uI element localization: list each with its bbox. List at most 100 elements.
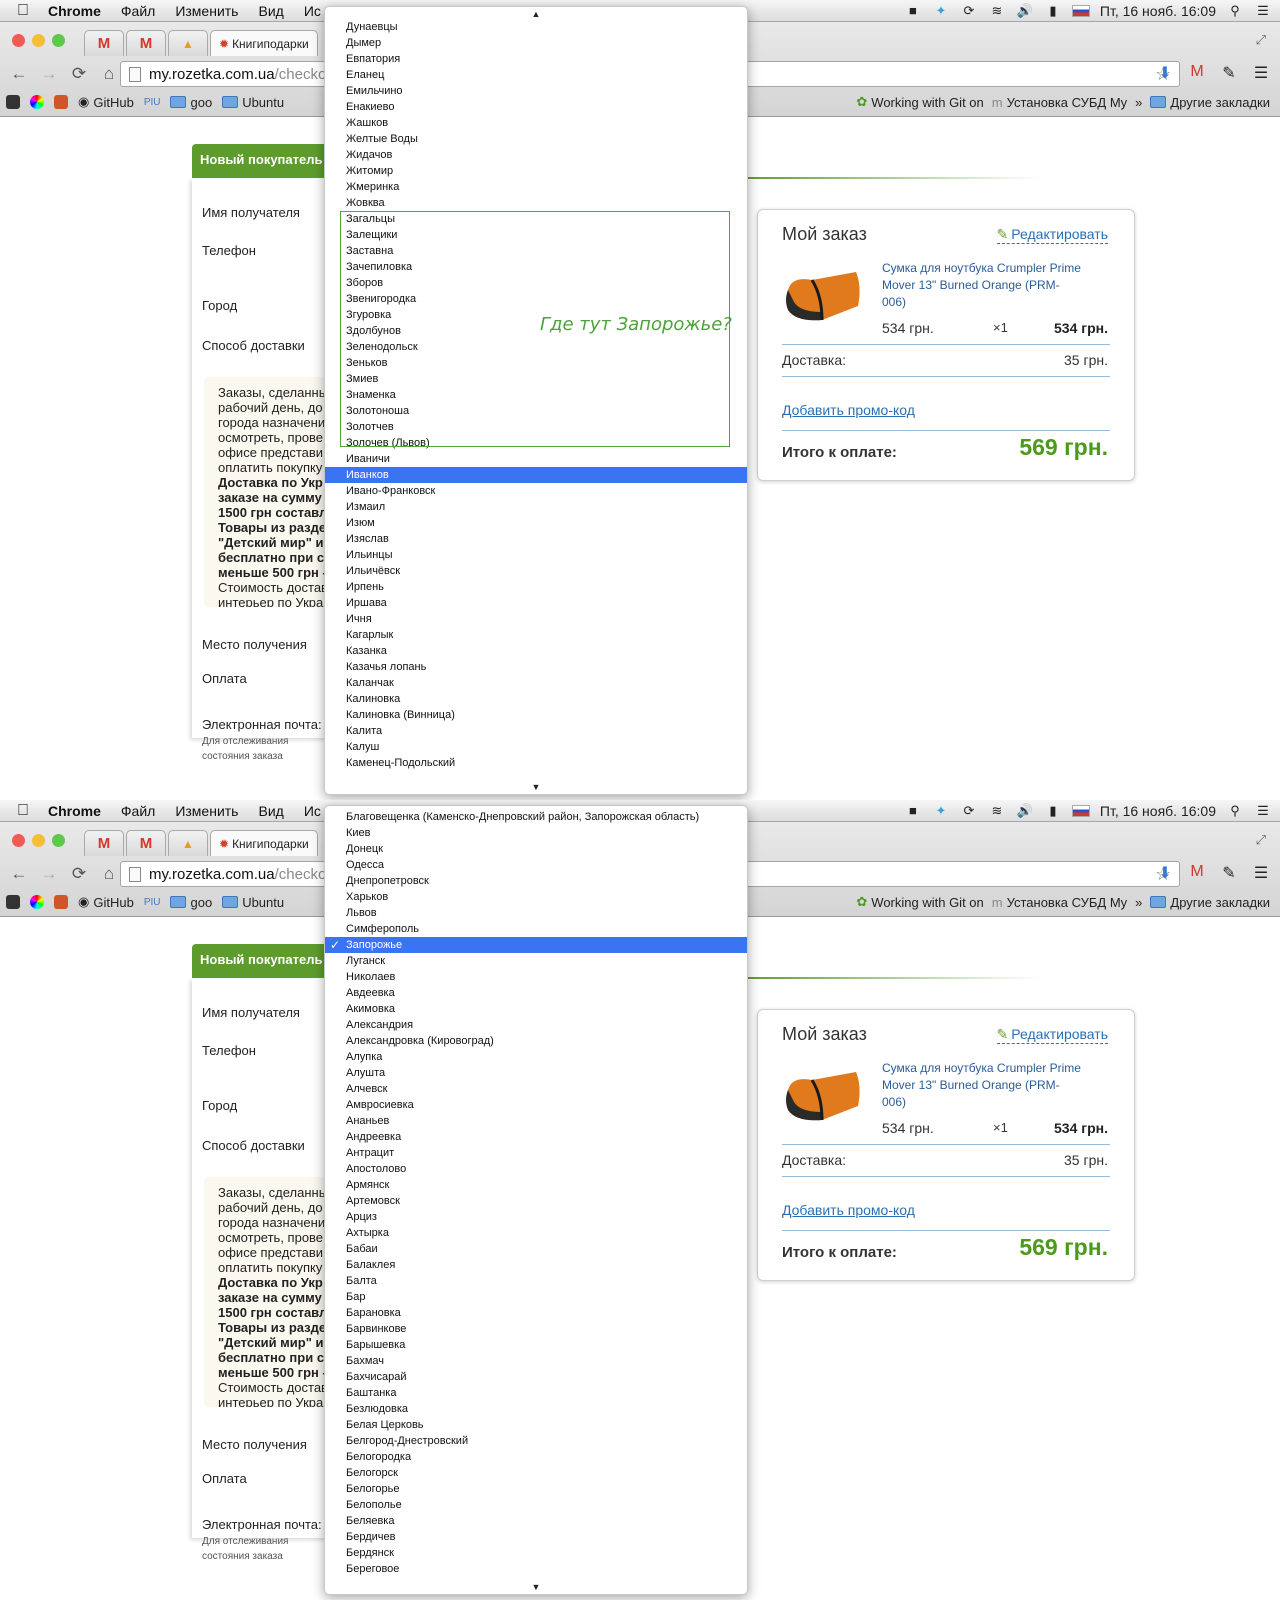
city-option[interactable]: Ичня: [325, 611, 747, 627]
scroll-down-icon[interactable]: ▼: [325, 1580, 747, 1594]
city-option[interactable]: Измаил: [325, 499, 747, 515]
bookmarks-overflow-icon[interactable]: »: [1135, 95, 1142, 110]
fullscreen-icon[interactable]: ⤢: [1256, 832, 1266, 848]
edit-order-link[interactable]: ✎ Редактировать: [996, 1026, 1108, 1044]
menu-edit[interactable]: Изменить: [165, 3, 248, 19]
tab-app[interactable]: ▲: [168, 30, 208, 56]
back-icon[interactable]: ←: [8, 64, 30, 84]
city-option[interactable]: Алчевск: [325, 1081, 747, 1097]
city-option[interactable]: Донецк: [325, 841, 747, 857]
city-option[interactable]: Луганск: [325, 953, 747, 969]
city-option[interactable]: Барановка: [325, 1305, 747, 1321]
apple-icon[interactable]: : [8, 802, 38, 820]
bookmark-blocks[interactable]: [54, 95, 68, 109]
city-option[interactable]: Изяслав: [325, 531, 747, 547]
reload-icon[interactable]: ⟳: [68, 64, 90, 84]
gmail-checker-icon[interactable]: M: [1186, 863, 1208, 883]
battery-icon[interactable]: ▮: [1044, 803, 1062, 819]
city-option[interactable]: Балаклея: [325, 1257, 747, 1273]
city-option[interactable]: Ильичёвск: [325, 563, 747, 579]
city-option[interactable]: Одесса: [325, 857, 747, 873]
menu-file[interactable]: Файл: [111, 3, 165, 19]
volume-icon[interactable]: 🔊: [1016, 803, 1034, 819]
forward-icon[interactable]: →: [38, 864, 60, 884]
city-option[interactable]: Калита: [325, 723, 747, 739]
apple-icon[interactable]: : [8, 2, 38, 20]
city-option[interactable]: Изюм: [325, 515, 747, 531]
evernote-icon[interactable]: ■: [904, 803, 922, 819]
spotlight-icon[interactable]: ⚲: [1226, 803, 1244, 819]
city-option[interactable]: Ивано-Франковск: [325, 483, 747, 499]
bookmark-blocks[interactable]: [54, 895, 68, 909]
city-option[interactable]: Жидачов: [325, 147, 747, 163]
city-option[interactable]: Ахтырка: [325, 1225, 747, 1241]
city-option[interactable]: Антрацит: [325, 1145, 747, 1161]
city-option[interactable]: Каменец-Подольский: [325, 755, 747, 771]
city-option[interactable]: Безлюдовка: [325, 1401, 747, 1417]
city-option[interactable]: Белогорье: [325, 1481, 747, 1497]
city-option[interactable]: Симферополь: [325, 921, 747, 937]
close-icon[interactable]: [12, 34, 25, 47]
bookmarks-overflow-icon[interactable]: »: [1135, 895, 1142, 910]
bookmark-ubuntu[interactable]: Ubuntu: [222, 895, 284, 910]
twitter-icon[interactable]: ✦: [932, 803, 950, 819]
city-option[interactable]: Бахчисарай: [325, 1369, 747, 1385]
city-option[interactable]: Жмеринка: [325, 179, 747, 195]
bookmark-mysql[interactable]: m Установка СУБД My: [992, 95, 1127, 110]
city-option[interactable]: Белая Церковь: [325, 1417, 747, 1433]
city-option[interactable]: ✓ Запорожье: [325, 937, 747, 953]
product-name-link[interactable]: Сумка для ноутбука Crumpler Prime Mover …: [882, 1060, 1112, 1111]
city-option[interactable]: Андреевка: [325, 1129, 747, 1145]
city-option[interactable]: Ананьев: [325, 1113, 747, 1129]
language-flag-icon[interactable]: [1071, 805, 1090, 817]
city-option[interactable]: Желтые Воды: [325, 131, 747, 147]
tools-icon[interactable]: ✎: [1218, 63, 1240, 83]
city-option[interactable]: Авдеевка: [325, 985, 747, 1001]
clock[interactable]: Пт, 16 нояб. 16:09: [1100, 803, 1216, 819]
new-buyer-tab[interactable]: Новый покупатель: [192, 944, 332, 978]
city-option[interactable]: Еланец: [325, 67, 747, 83]
menu-file[interactable]: Файл: [111, 803, 165, 819]
wifi-icon[interactable]: ≋: [988, 803, 1006, 819]
city-option[interactable]: Енакиево: [325, 99, 747, 115]
city-option[interactable]: Иваничи: [325, 451, 747, 467]
bookmark-colors[interactable]: [30, 95, 44, 109]
product-name-link[interactable]: Сумка для ноутбука Crumpler Prime Mover …: [882, 260, 1112, 311]
city-option[interactable]: Балта: [325, 1273, 747, 1289]
city-option[interactable]: Белогородка: [325, 1449, 747, 1465]
city-option[interactable]: Апостолово: [325, 1161, 747, 1177]
city-option[interactable]: Бахмач: [325, 1353, 747, 1369]
clock[interactable]: Пт, 16 нояб. 16:09: [1100, 3, 1216, 19]
twitter-icon[interactable]: ✦: [932, 3, 950, 19]
city-option[interactable]: Бар: [325, 1289, 747, 1305]
wifi-icon[interactable]: ≋: [988, 3, 1006, 19]
city-option[interactable]: Калиновка: [325, 691, 747, 707]
tab-gmail-1[interactable]: M: [84, 830, 124, 856]
bookmark-piu[interactable]: PIU: [144, 97, 161, 108]
chrome-menu-icon[interactable]: ☰: [1250, 63, 1272, 83]
sync-icon[interactable]: ⟳: [960, 3, 978, 19]
city-option[interactable]: Жашков: [325, 115, 747, 131]
city-option[interactable]: Каланчак: [325, 675, 747, 691]
city-option[interactable]: Ирпень: [325, 579, 747, 595]
city-option[interactable]: Алушта: [325, 1065, 747, 1081]
tab-gmail-1[interactable]: M: [84, 30, 124, 56]
city-option[interactable]: Благовещенка (Каменско-Днепровский район…: [325, 809, 747, 825]
city-option[interactable]: Харьков: [325, 889, 747, 905]
city-option[interactable]: Беляевка: [325, 1513, 747, 1529]
city-option[interactable]: Николаев: [325, 969, 747, 985]
city-option[interactable]: Белополье: [325, 1497, 747, 1513]
bookmark-other[interactable]: Другие закладки: [1150, 895, 1270, 910]
tab-books[interactable]: ✹ Книгиподарки: [210, 30, 318, 56]
tab-gmail-2[interactable]: M: [126, 30, 166, 56]
menu-view[interactable]: Вид: [248, 3, 293, 19]
city-option[interactable]: Львов: [325, 905, 747, 921]
minimize-icon[interactable]: [32, 34, 45, 47]
tab-app[interactable]: ▲: [168, 830, 208, 856]
gmail-checker-icon[interactable]: M: [1186, 63, 1208, 83]
spotlight-icon[interactable]: ⚲: [1226, 3, 1244, 19]
city-option[interactable]: Ильинцы: [325, 547, 747, 563]
close-icon[interactable]: [12, 834, 25, 847]
bookmark-mysql[interactable]: m Установка СУБД My: [992, 895, 1127, 910]
city-option[interactable]: Акимовка: [325, 1001, 747, 1017]
